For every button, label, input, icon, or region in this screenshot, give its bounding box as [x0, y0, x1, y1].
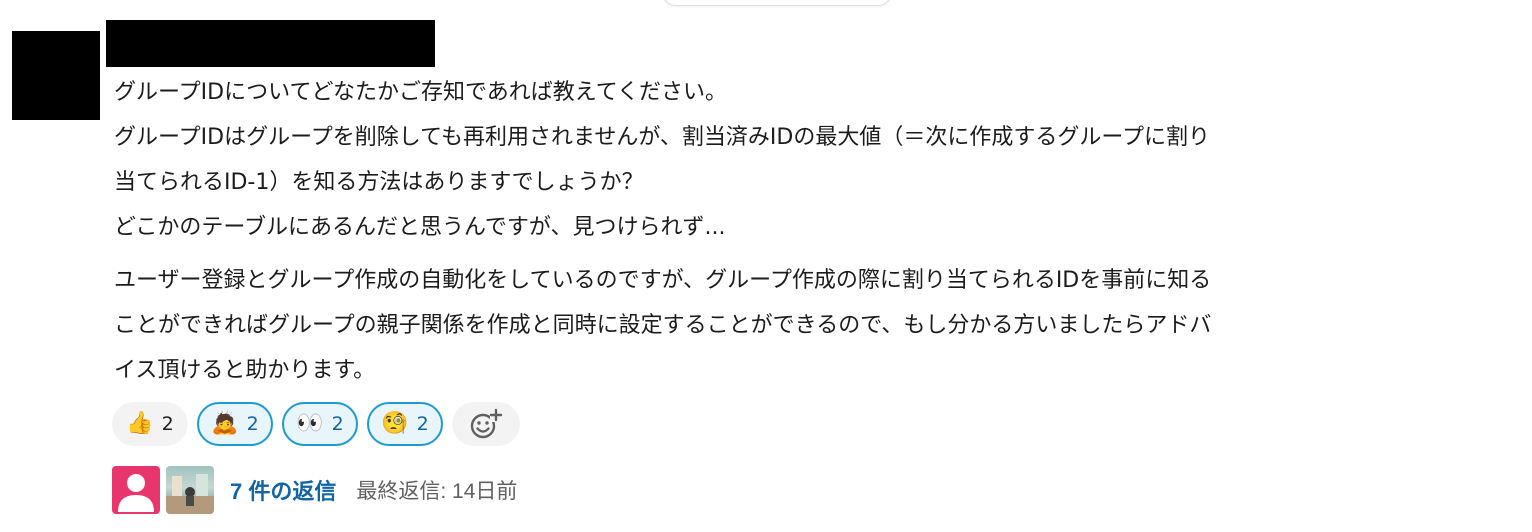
add-emoji-icon: [470, 408, 503, 439]
reaction-thumbs-up[interactable]: 👍 2: [112, 402, 188, 446]
bowing-person-icon: 🙇: [211, 411, 239, 436]
reply-count-link[interactable]: 7 件の返信: [230, 474, 336, 506]
message-line: グループIDはグループを削除しても再利用されませんが、割当済みIDの最大値（＝次…: [114, 125, 1211, 150]
message-line: ことができればグループの親子関係を作成と同時に設定することができるので、もし分か…: [114, 313, 1212, 338]
thread-summary[interactable]: 7 件の返信 最終返信: 14日前: [112, 464, 517, 516]
reaction-count: 2: [331, 413, 344, 435]
reply-avatar-default: [112, 466, 160, 514]
reply-avatar-photo: [166, 466, 214, 514]
reaction-bowing-person[interactable]: 🙇 2: [197, 402, 273, 446]
user-silhouette-icon: [118, 474, 154, 512]
monocle-face-icon: 🧐: [381, 411, 409, 436]
reaction-eyes[interactable]: 👀 2: [282, 402, 358, 446]
message-line: 当てられるID-1）を知る方法はありますでしょうか？: [114, 170, 644, 195]
photo-avatar-image: [166, 474, 214, 514]
reaction-count: 2: [416, 413, 429, 435]
message-line: イス頂けると助かります。: [114, 358, 376, 383]
eyes-icon: 👀: [296, 411, 324, 436]
thumbs-up-icon: 👍: [126, 411, 154, 436]
reaction-count: 2: [161, 413, 174, 435]
message-line: グループIDについてどなたかご存知であれば教えてください。: [114, 80, 728, 105]
author-avatar[interactable]: [12, 31, 100, 120]
date-divider-pill[interactable]: [662, 0, 892, 6]
message-line: ユーザー登録とグループ作成の自動化をしているのですが、グループ作成の際に割り当て…: [114, 268, 1212, 293]
author-name[interactable]: [106, 20, 435, 67]
reaction-monocle-face[interactable]: 🧐 2: [367, 402, 443, 446]
last-reply-time: 最終返信: 14日前: [356, 480, 518, 503]
add-reaction-button[interactable]: [452, 402, 520, 446]
reaction-count: 2: [246, 413, 259, 435]
message-line: どこかのテーブルにあるんだと思うんですが、見つけられず...: [114, 215, 726, 240]
message-body: グループIDについてどなたかご存知であれば教えてください。 グループIDはグルー…: [114, 70, 1514, 393]
reactions-bar: 👍 2 🙇 2 👀 2 🧐 2: [112, 402, 520, 446]
